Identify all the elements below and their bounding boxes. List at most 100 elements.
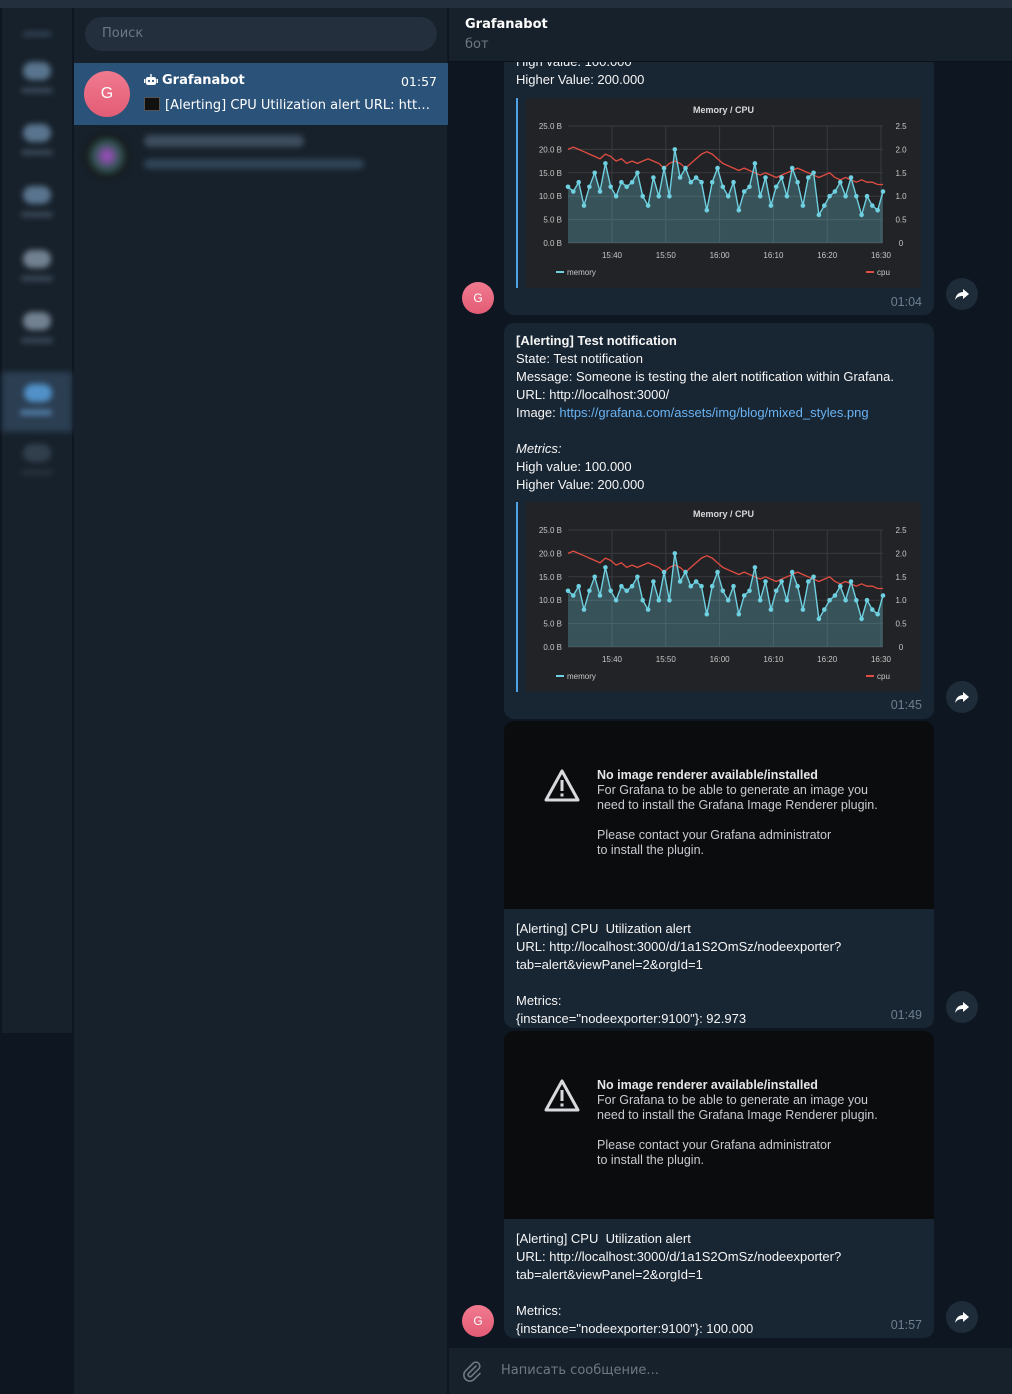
memory-point xyxy=(635,170,640,176)
y-left-tick-label: 15.0 B xyxy=(539,573,562,582)
memory-point xyxy=(741,189,747,194)
folder-item[interactable] xyxy=(11,248,63,288)
forward-button[interactable] xyxy=(946,278,978,310)
memory-point xyxy=(806,579,811,584)
memory-point xyxy=(715,165,720,171)
message-title: [Alerting] Test notification xyxy=(516,333,677,348)
memory-point xyxy=(709,179,715,185)
memory-point xyxy=(699,179,704,185)
memory-point xyxy=(747,184,752,190)
chart-embed[interactable]: Memory / CPU 0.0 B 0 5.0 B 0.5 10.0 B 1.0 15.0 … xyxy=(516,98,921,288)
warning-icon xyxy=(544,1079,580,1112)
message-bubble: No image renderer available/installed Fo… xyxy=(504,721,934,1028)
x-tick-label: 15:40 xyxy=(602,655,623,664)
memory-point xyxy=(715,569,720,575)
menu-icon[interactable] xyxy=(11,22,63,62)
memory-point xyxy=(757,597,763,603)
memory-point xyxy=(864,193,870,199)
y-left-tick-label: 20.0 B xyxy=(539,549,562,558)
chat-item-blurred[interactable] xyxy=(74,125,448,187)
forward-button[interactable] xyxy=(946,681,978,713)
image-label: Image: xyxy=(516,405,560,420)
memory-point xyxy=(624,588,629,594)
y-left-tick-label: 0.0 B xyxy=(543,239,562,248)
memory-point xyxy=(773,184,779,190)
memory-point xyxy=(672,551,678,556)
memory-point xyxy=(656,193,662,199)
folder-item-active[interactable] xyxy=(2,372,72,432)
message-time: 01:57 xyxy=(890,1318,922,1332)
memory-point xyxy=(619,179,624,185)
memory-point xyxy=(779,175,784,180)
memory-point xyxy=(693,175,699,180)
chat-time: 01:57 xyxy=(400,74,437,89)
memory-point xyxy=(789,165,795,171)
memory-point xyxy=(859,616,864,622)
memory-point xyxy=(667,597,672,603)
y-right-tick-label: 2.0 xyxy=(895,145,907,154)
sender-avatar[interactable]: G xyxy=(462,1305,494,1337)
x-tick-label: 15:50 xyxy=(656,655,677,664)
memory-point xyxy=(779,579,784,584)
memory-point xyxy=(854,597,859,603)
memory-point xyxy=(843,597,848,603)
memory-point xyxy=(768,607,774,612)
metric-line: Higher Value: 200.000 xyxy=(516,72,645,87)
no-renderer-image[interactable]: No image renderer available/installed Fo… xyxy=(504,721,934,909)
message-input[interactable]: Написать сообщение... xyxy=(501,1363,659,1378)
memory-point xyxy=(587,184,592,190)
forward-icon xyxy=(955,1002,969,1013)
message-bubble: [Alerting] Test notification State: Test… xyxy=(504,323,934,719)
memory-point xyxy=(699,583,704,589)
folder-item[interactable] xyxy=(11,60,63,100)
x-tick-label: 16:30 xyxy=(871,251,892,260)
forward-button[interactable] xyxy=(946,1301,978,1333)
memory-point xyxy=(661,165,667,171)
message-url: URL: http://localhost:3000/ xyxy=(516,387,670,402)
memory-point xyxy=(811,574,816,580)
memory-point xyxy=(752,565,758,570)
x-tick-label: 16:20 xyxy=(817,251,838,260)
search-input[interactable]: Поиск xyxy=(85,17,437,51)
memory-point xyxy=(656,597,662,603)
y-right-tick-label: 2.5 xyxy=(895,526,907,535)
y-right-tick-label: 2.5 xyxy=(895,122,907,131)
chart-embed[interactable]: Memory / CPU 0.0 B 0 5.0 B 0.5 10.0 B 1.0 15.0 … xyxy=(516,502,921,692)
memory-point xyxy=(640,597,645,603)
memory-point xyxy=(651,175,656,180)
memory-point xyxy=(784,193,790,199)
chat-header[interactable]: Grafanabot бот xyxy=(449,8,1012,62)
x-tick-label: 16:30 xyxy=(871,655,892,664)
no-renderer-image[interactable]: No image renderer available/installed Fo… xyxy=(504,1031,934,1219)
sender-avatar[interactable]: G xyxy=(462,282,494,314)
memory-point xyxy=(800,203,806,208)
attach-icon[interactable] xyxy=(461,1360,483,1382)
memory-point xyxy=(683,165,688,171)
renderer-body: For Grafana to be able to generate an im… xyxy=(597,783,878,857)
folder-item[interactable] xyxy=(11,310,63,350)
memory-point xyxy=(688,583,694,589)
folder-edit-icon[interactable] xyxy=(11,442,63,482)
message-time: 01:49 xyxy=(890,1008,922,1022)
forward-icon xyxy=(955,692,969,703)
folder-item[interactable] xyxy=(11,184,63,224)
chat-item-grafanabot[interactable]: G Grafanabot 01:57 [Alerting] CPU Utiliz… xyxy=(74,63,448,125)
renderer-body: For Grafana to be able to generate an im… xyxy=(597,1093,878,1167)
window-top-strip xyxy=(0,0,1012,8)
chat-preview-text: [Alerting] CPU Utilization alert URL: ht… xyxy=(165,98,436,113)
memory-point xyxy=(608,184,613,190)
memory-point xyxy=(811,170,816,176)
blurred-preview xyxy=(144,159,364,169)
memory-point xyxy=(768,203,774,208)
renderer-title: No image renderer available/installed xyxy=(597,768,818,782)
memory-point xyxy=(747,588,752,594)
search-placeholder: Поиск xyxy=(102,26,144,41)
forward-button[interactable] xyxy=(946,991,978,1023)
memory-point xyxy=(784,597,790,603)
image-link[interactable]: https://grafana.com/assets/img/blog/mixe… xyxy=(559,405,868,420)
y-left-tick-label: 20.0 B xyxy=(539,145,562,154)
memory-point xyxy=(592,170,597,176)
memory-point xyxy=(613,193,619,199)
folder-item[interactable] xyxy=(11,122,63,162)
memory-point xyxy=(822,607,827,612)
